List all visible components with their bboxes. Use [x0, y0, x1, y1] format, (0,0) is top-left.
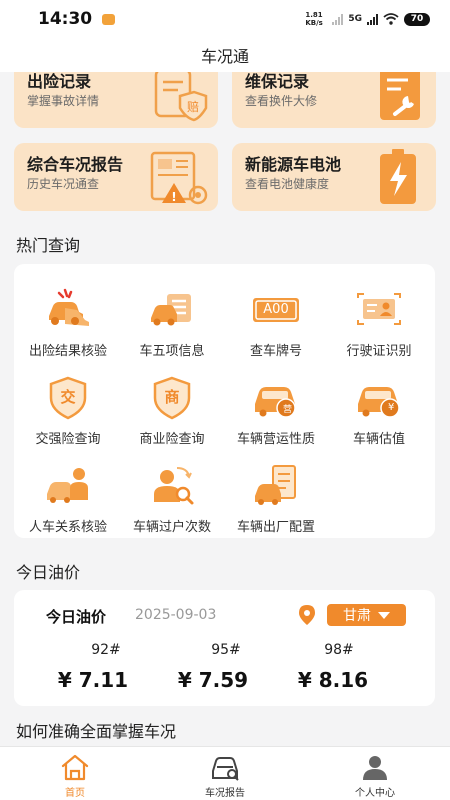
bottom-tab-bar: 首页 车况报告 个人中心	[0, 746, 450, 800]
hot-item-label: 交强险查询	[35, 432, 101, 447]
oil-grade-95: 95#	[211, 642, 241, 658]
car-crash-icon	[49, 288, 89, 326]
hot-item-label: 出险结果核验	[28, 344, 107, 359]
feature-card-title: 出险记录	[27, 72, 92, 91]
status-time: 14:30	[38, 9, 93, 29]
tab-home[interactable]: 首页	[0, 747, 150, 800]
car-badge-text: ¥	[388, 402, 395, 413]
feature-card-subtitle: 查看换件大修	[245, 94, 318, 108]
hot-item-label: 人车关系核验	[28, 520, 107, 535]
feature-card-title: 综合车况报告	[27, 155, 124, 174]
feature-card-subtitle: 历史车况通查	[27, 177, 100, 191]
hot-item-plate-query[interactable]: A00 查车牌号	[221, 286, 331, 364]
status-indicators: 1.81 KB/s 5G 70	[305, 11, 430, 27]
feature-card-maintenance-record[interactable]: 维保记录 查看换件大修	[232, 72, 436, 128]
battery-bolt-icon	[380, 149, 416, 204]
feature-card-title: 新能源车电池	[245, 155, 342, 174]
hot-item-compulsory-insurance[interactable]: 交 交强险查询	[13, 374, 123, 452]
hot-item-label: 车辆出厂配置	[236, 520, 315, 535]
hot-item-commercial-insurance[interactable]: 商 商业险查询	[117, 374, 227, 452]
status-bar: 14:30 1.81 KB/s 5G 70	[0, 0, 450, 38]
nav-bar: 车况通	[0, 38, 450, 72]
transfer-count-icon	[154, 467, 194, 505]
guide-section-title: 如何准确全面掌握车况	[16, 722, 177, 741]
feature-card-subtitle: 掌握事故详情	[27, 94, 100, 108]
notification-icon	[102, 13, 116, 25]
signal-2-icon	[367, 13, 378, 25]
hot-item-label: 查车牌号	[249, 344, 302, 359]
oil-price-92: ¥ 7.11	[57, 668, 129, 692]
hot-item-label: 商业险查询	[139, 432, 205, 447]
oil-grade-98: 98#	[324, 642, 354, 658]
tab-car-report[interactable]: 车况报告	[150, 747, 300, 800]
page-title: 车况通	[200, 47, 249, 66]
hot-item-label: 车辆过户次数	[132, 520, 211, 535]
shield-badge-text: 交	[60, 388, 76, 406]
oil-price-98: ¥ 8.16	[297, 668, 369, 692]
tab-profile[interactable]: 个人中心	[300, 747, 450, 800]
oil-card-title: 今日油价	[46, 608, 107, 626]
net-speed: 1.81 KB/s	[305, 11, 323, 27]
hot-item-license-ocr[interactable]: 行驶证识别	[324, 286, 434, 364]
hot-item-accident-verify[interactable]: 出险结果核验	[13, 286, 123, 364]
factory-config-icon	[255, 465, 296, 505]
feature-card-accident-record[interactable]: 出险记录 掌握事故详情 赔	[14, 72, 218, 128]
svg-text:赔: 赔	[187, 99, 199, 114]
shield-badge-text: 商	[164, 388, 180, 406]
feature-card-subtitle: 查看电池健康度	[245, 177, 330, 191]
maintenance-wrench-icon	[380, 72, 420, 120]
hot-item-operation-nature[interactable]: 营 车辆营运性质	[221, 374, 331, 452]
feature-card-vehicle-report[interactable]: 综合车况报告 历史车况通查 !	[14, 143, 218, 211]
hot-section-title: 热门查询	[16, 236, 81, 255]
claim-document-icon: 赔	[154, 72, 208, 122]
battery-icon: 70	[404, 12, 430, 26]
region-selector[interactable]: 甘肃	[327, 604, 406, 626]
home-icon	[61, 754, 89, 781]
region-name: 甘肃	[343, 608, 371, 624]
main-content[interactable]: 出险记录 掌握事故详情 赔 维保记录 查看换件大修 综合车况报告 历史车况通查	[0, 72, 450, 746]
hot-item-label: 行驶证识别	[346, 344, 412, 359]
tab-label: 首页	[65, 788, 85, 799]
feature-card-ev-battery[interactable]: 新能源车电池 查看电池健康度	[232, 143, 436, 211]
car-report-icon	[212, 757, 239, 781]
signal-1-icon	[332, 13, 344, 25]
car-valuation-icon	[358, 387, 400, 418]
oil-grade-92: 92#	[91, 642, 121, 658]
hot-query-grid: 出险结果核验 车五项信息 A00 查车牌号 行驶证识别 交 交强险查询 商 商业…	[14, 264, 435, 538]
person-car-icon	[47, 468, 88, 503]
oil-date: 2025-09-03	[135, 607, 217, 623]
oil-price-95: ¥ 7.59	[177, 668, 249, 692]
hot-item-factory-config[interactable]: 车辆出厂配置	[221, 462, 331, 540]
report-warning-icon: !	[150, 151, 208, 205]
svg-text:!: !	[171, 190, 176, 204]
user-icon	[363, 756, 387, 780]
hot-item-person-car[interactable]: 人车关系核验	[13, 462, 123, 540]
car-badge-text: 营	[283, 405, 293, 415]
hot-item-car-valuation[interactable]: ¥ 车辆估值	[324, 374, 434, 452]
tab-label: 车况报告	[205, 788, 245, 799]
tab-label: 个人中心	[355, 788, 395, 799]
hot-item-label: 车辆营运性质	[236, 432, 315, 447]
hot-item-label: 车辆估值	[352, 432, 405, 447]
feature-card-title: 维保记录	[245, 72, 310, 91]
hot-item-label: 车五项信息	[139, 344, 205, 359]
network-type: 5G	[348, 14, 362, 24]
hot-item-transfer-count[interactable]: 车辆过户次数	[117, 462, 227, 540]
car-info-icon	[151, 294, 191, 326]
oil-price-card: 今日油价 2025-09-03 甘肃 92# 95# 98# ¥ 7.11 ¥ …	[14, 590, 435, 706]
id-card-icon	[357, 293, 401, 325]
caret-down-icon	[378, 611, 390, 619]
plate-text: A00	[263, 302, 289, 317]
car-operation-icon	[255, 387, 296, 418]
location-pin-icon	[299, 605, 315, 625]
hot-item-car-info[interactable]: 车五项信息	[117, 286, 227, 364]
oil-section-title: 今日油价	[16, 563, 81, 582]
wifi-icon	[383, 13, 399, 25]
